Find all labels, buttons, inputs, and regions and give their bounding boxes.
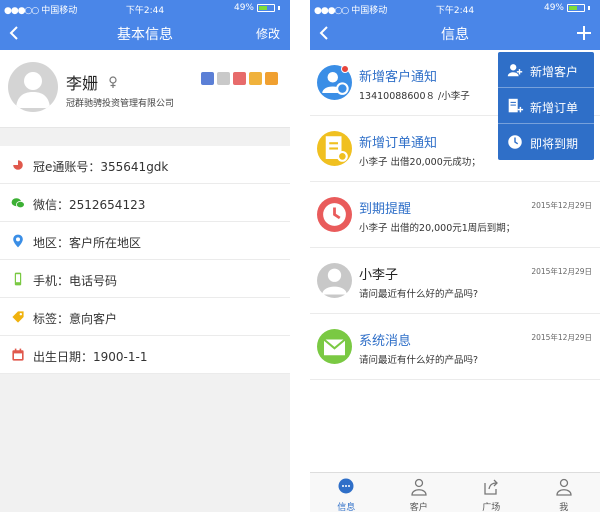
customer-icon bbox=[411, 478, 427, 496]
detail-text: 手机：电话号码 bbox=[33, 274, 118, 288]
plus-icon[interactable] bbox=[574, 23, 594, 43]
detail-list: 冠e通账号：355641gdk 微信：2512654123 地区：客户所在地区 手机：… bbox=[0, 146, 290, 374]
message-date: 2015年12月29日 bbox=[531, 201, 592, 210]
menu-item-label: 新增客户 bbox=[530, 65, 579, 79]
tag-icon bbox=[12, 311, 24, 323]
detail-row[interactable]: 出生日期：1900-1-1 bbox=[0, 336, 290, 374]
user-avatar-icon bbox=[322, 268, 347, 295]
add-order-icon bbox=[508, 98, 524, 113]
profile-badge-icon[interactable] bbox=[217, 72, 230, 85]
add-menu: 新增客户新增订单即将到期 bbox=[498, 52, 594, 160]
status-bar: ●●●○○ 中国移动 下午2:44 49% bbox=[0, 0, 290, 16]
tab-label: 信息 bbox=[337, 503, 356, 512]
detail-text: 冠e通账号：355641gdk bbox=[33, 160, 169, 174]
profile-badge-icon[interactable] bbox=[233, 72, 246, 85]
profile-badges bbox=[201, 72, 278, 85]
battery-icon bbox=[257, 4, 275, 12]
tab-label: 我 bbox=[559, 503, 569, 512]
message-title: 小李子 bbox=[359, 268, 399, 283]
new-order-icon bbox=[325, 136, 348, 162]
phone-icon bbox=[14, 272, 22, 286]
tab-me[interactable]: 我 bbox=[528, 473, 600, 512]
message-title: 到期提醒 bbox=[359, 202, 412, 217]
page-title: 信息 bbox=[441, 27, 469, 43]
detail-row[interactable]: 冠e通账号：355641gdk bbox=[0, 146, 290, 184]
profile-badge-icon[interactable] bbox=[249, 72, 262, 85]
tab-chat-bubble[interactable]: 信息 bbox=[310, 473, 383, 512]
detail-text: 微信：2512654123 bbox=[33, 198, 146, 212]
message-preview: 13410088600８ /小李子 bbox=[359, 91, 470, 102]
message-item[interactable]: 小李子请问最近有什么好的产品吗? 2015年12月29日 bbox=[310, 248, 600, 314]
message-item[interactable]: 系统消息请问最近有什么好的产品吗? 2015年12月29日 bbox=[310, 314, 600, 380]
battery-percent: 49% bbox=[233, 3, 254, 13]
detail-row[interactable]: 微信：2512654123 bbox=[0, 184, 290, 222]
menu-item-label: 新增订单 bbox=[530, 101, 579, 115]
share-icon bbox=[484, 479, 499, 495]
calendar-icon bbox=[12, 348, 24, 361]
menu-item-label: 即将到期 bbox=[530, 137, 579, 151]
detail-row[interactable]: 手机：电话号码 bbox=[0, 260, 290, 298]
status-bar: ●●●○○ 中国移动 下午2:44 49% bbox=[310, 0, 600, 16]
menu-item-due-soon[interactable]: 即将到期 bbox=[498, 124, 594, 160]
tab-customer[interactable]: 客户 bbox=[383, 473, 456, 512]
profile-badge-icon[interactable] bbox=[201, 72, 214, 85]
message-date: 2015年12月29日 bbox=[531, 267, 592, 276]
detail-text: 地区：客户所在地区 bbox=[33, 236, 142, 250]
message-date: 2015年12月29日 bbox=[531, 333, 592, 342]
add-customer-icon bbox=[507, 64, 523, 77]
page-title: 基本信息 bbox=[117, 27, 173, 43]
chat-bubble-icon bbox=[338, 478, 354, 494]
message-title: 系统消息 bbox=[359, 334, 412, 349]
mail-icon bbox=[323, 338, 346, 356]
messages-screen: ●●●○○ 中国移动 下午2:44 49% 信息 新增客户通知 1341008860… bbox=[310, 0, 600, 512]
message-preview: 请问最近有什么好的产品吗? bbox=[359, 289, 479, 300]
message-item[interactable]: 到期提醒小李子 出借的20,000元1周后到期； 2015年12月29日 bbox=[310, 182, 600, 248]
edit-button[interactable]: 修改 bbox=[256, 25, 280, 42]
menu-item-add-customer[interactable]: 新增客户 bbox=[498, 52, 594, 88]
tab-share[interactable]: 广场 bbox=[455, 473, 528, 512]
account-icon bbox=[13, 160, 23, 170]
me-icon bbox=[556, 478, 572, 496]
detail-text: 出生日期：1900-1-1 bbox=[33, 350, 148, 364]
tab-label: 客户 bbox=[409, 503, 428, 512]
customer-name: 李姗 bbox=[66, 74, 99, 93]
battery-icon bbox=[567, 4, 585, 12]
detail-row[interactable]: 地区：客户所在地区 bbox=[0, 222, 290, 260]
tab-label: 广场 bbox=[482, 503, 501, 512]
nav-bar: 信息 bbox=[310, 16, 600, 50]
wechat-icon bbox=[11, 198, 25, 209]
tab-bar: 信息 客户 广场 我 bbox=[310, 472, 600, 512]
user-silhouette-icon bbox=[16, 72, 50, 108]
detail-text: 标签：意向客户 bbox=[33, 312, 118, 326]
message-icon bbox=[317, 197, 352, 232]
nav-bar: 基本信息 修改 bbox=[0, 16, 290, 50]
message-title: 新增客户通知 bbox=[359, 70, 438, 85]
message-preview: 请问最近有什么好的产品吗? bbox=[359, 355, 479, 366]
profile-screen: ●●●○○ 中国移动 下午2:44 49% 基本信息 修改 李姗 冠群驰骋投资管理… bbox=[0, 0, 290, 512]
profile-card: 李姗 冠群驰骋投资管理有限公司 bbox=[0, 50, 290, 128]
message-title: 新增订单通知 bbox=[359, 136, 438, 151]
company-name: 冠群驰骋投资管理有限公司 bbox=[66, 99, 175, 109]
gender-female-icon bbox=[109, 76, 117, 88]
message-preview: 小李子 出借20,000元成功； bbox=[359, 157, 481, 168]
avatar[interactable] bbox=[8, 62, 58, 112]
due-soon-icon bbox=[508, 135, 522, 149]
message-icon bbox=[317, 263, 352, 298]
unread-dot bbox=[341, 65, 349, 73]
location-icon bbox=[13, 234, 23, 248]
menu-item-add-order[interactable]: 新增订单 bbox=[498, 88, 594, 124]
battery-percent: 49% bbox=[543, 3, 564, 13]
detail-row[interactable]: 标签：意向客户 bbox=[0, 298, 290, 336]
clock-icon bbox=[323, 203, 346, 226]
message-preview: 小李子 出借的20,000元1周后到期； bbox=[359, 223, 516, 234]
message-icon bbox=[317, 329, 352, 364]
profile-badge-icon[interactable] bbox=[265, 72, 278, 85]
message-icon bbox=[317, 131, 352, 166]
